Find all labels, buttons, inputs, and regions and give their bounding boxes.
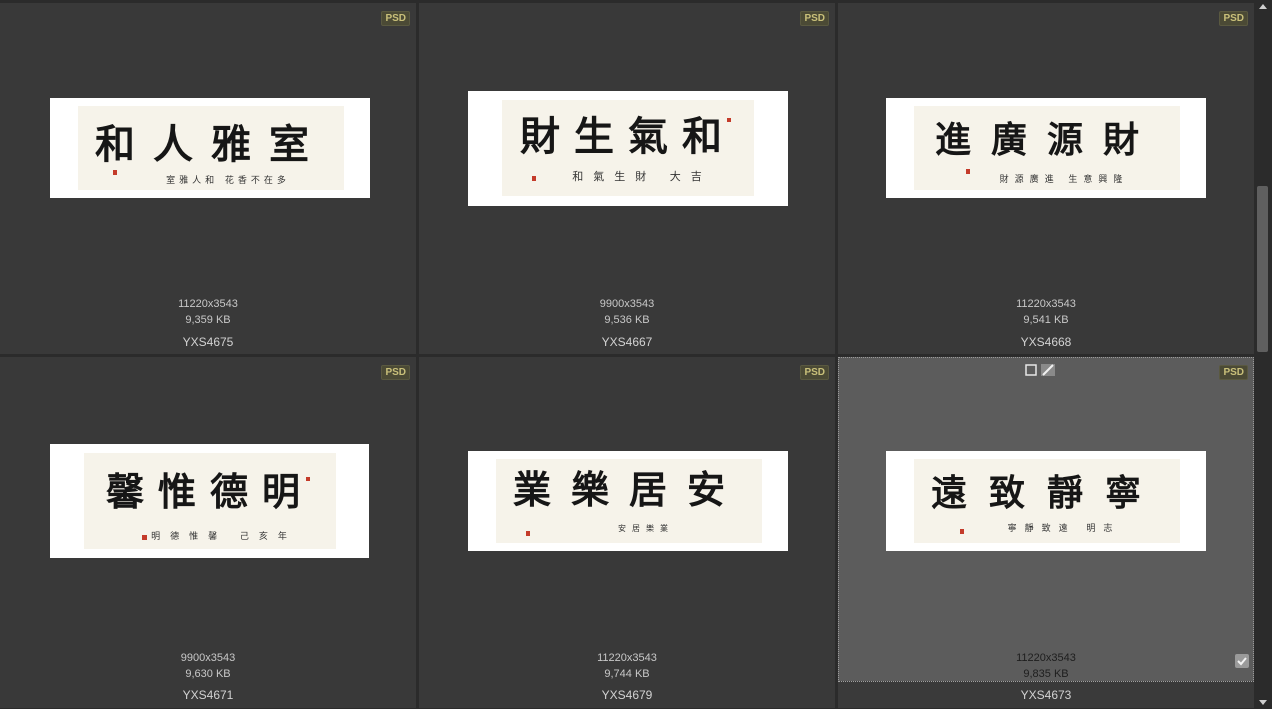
file-name[interactable]: YXS4668	[838, 335, 1254, 349]
chevron-down-icon[interactable]	[1259, 700, 1267, 705]
square-icon[interactable]	[1025, 363, 1037, 376]
thumbnail-grid: PSD 和人雅室 室雅人和 花香不在多 11220x3543 9,359 KB …	[0, 0, 1254, 709]
inscription-text: 和氣生財 大吉	[572, 169, 712, 183]
image-dimensions: 9900x3543	[180, 652, 236, 664]
file-name[interactable]: YXS4679	[419, 688, 835, 702]
file-size: 9,536 KB	[604, 314, 650, 326]
calligraphy-text: 財生氣和	[520, 113, 736, 160]
inscription-text: 寧靜致遠 明志	[1008, 522, 1121, 534]
thumbnail-card[interactable]: PSD 進廣源財 財源廣進 生意興隆 11220x3543 9,541 KB Y…	[838, 3, 1254, 354]
file-size: 9,835 KB	[1023, 668, 1069, 680]
thumbnail-card[interactable]: PSD 馨惟德明 明德惟馨 己亥年 9900x3543 9,630 KB YXS…	[0, 357, 416, 708]
file-size: 9,541 KB	[1023, 314, 1069, 326]
image-dimensions: 11220x3543	[1016, 652, 1076, 664]
file-type-badge: PSD	[800, 11, 829, 26]
thumbnail-card[interactable]: PSD 和人雅室 室雅人和 花香不在多 11220x3543 9,359 KB …	[0, 3, 416, 354]
chevron-up-icon[interactable]	[1259, 4, 1267, 9]
selection-tools	[1025, 363, 1055, 376]
scrollbar-thumb[interactable]	[1257, 186, 1268, 352]
file-type-badge: PSD	[800, 365, 829, 380]
file-size: 9,359 KB	[185, 314, 231, 326]
file-size: 9,744 KB	[604, 668, 650, 680]
checkmark-icon[interactable]	[1235, 654, 1249, 668]
file-type-badge: PSD	[1219, 11, 1248, 26]
vertical-scrollbar[interactable]	[1254, 0, 1272, 709]
pencil-icon[interactable]	[1041, 363, 1055, 376]
inscription-text: 安居樂業	[618, 523, 674, 533]
calligraphy-text: 馨惟德明	[106, 469, 314, 514]
file-type-badge: PSD	[381, 365, 410, 380]
thumbnail-card-selected[interactable]: PSD 遠致靜寧 寧靜致遠 明志 11220x3543 9,835 KB YXS…	[838, 357, 1254, 708]
inscription-text: 明德惟馨 己亥年	[151, 530, 297, 542]
thumbnail-card[interactable]: PSD 財生氣和 和氣生財 大吉 9900x3543 9,536 KB YXS4…	[419, 3, 835, 354]
thumbnail-image[interactable]: 進廣源財 財源廣進 生意興隆	[886, 98, 1206, 198]
file-type-badge: PSD	[1219, 365, 1248, 380]
file-size: 9,630 KB	[185, 668, 231, 680]
inscription-text: 財源廣進 生意興隆	[1000, 173, 1129, 185]
file-name[interactable]: YXS4675	[0, 335, 416, 349]
calligraphy-text: 遠致靜寧	[931, 472, 1163, 514]
image-dimensions: 9900x3543	[599, 298, 655, 310]
image-dimensions: 11220x3543	[597, 652, 657, 664]
image-dimensions: 11220x3543	[178, 298, 238, 310]
calligraphy-text: 和人雅室	[95, 121, 327, 168]
file-name[interactable]: YXS4671	[0, 688, 416, 702]
calligraphy-text: 業樂居安	[513, 467, 745, 512]
thumbnail-card[interactable]: PSD 業樂居安 安居樂業 11220x3543 9,744 KB YXS467…	[419, 357, 835, 708]
calligraphy-text: 進廣源財	[935, 119, 1159, 161]
thumbnail-image[interactable]: 馨惟德明 明德惟馨 己亥年	[50, 444, 369, 558]
thumbnail-image[interactable]: 業樂居安 安居樂業	[468, 451, 788, 551]
inscription-text: 室雅人和 花香不在多	[166, 174, 290, 186]
file-name[interactable]: YXS4673	[838, 688, 1254, 702]
file-type-badge: PSD	[381, 11, 410, 26]
thumbnail-image[interactable]: 和人雅室 室雅人和 花香不在多	[50, 98, 370, 198]
image-dimensions: 11220x3543	[1016, 298, 1076, 310]
thumbnail-image[interactable]: 財生氣和 和氣生財 大吉	[468, 91, 788, 206]
file-name[interactable]: YXS4667	[419, 335, 835, 349]
thumbnail-image[interactable]: 遠致靜寧 寧靜致遠 明志	[886, 451, 1206, 551]
